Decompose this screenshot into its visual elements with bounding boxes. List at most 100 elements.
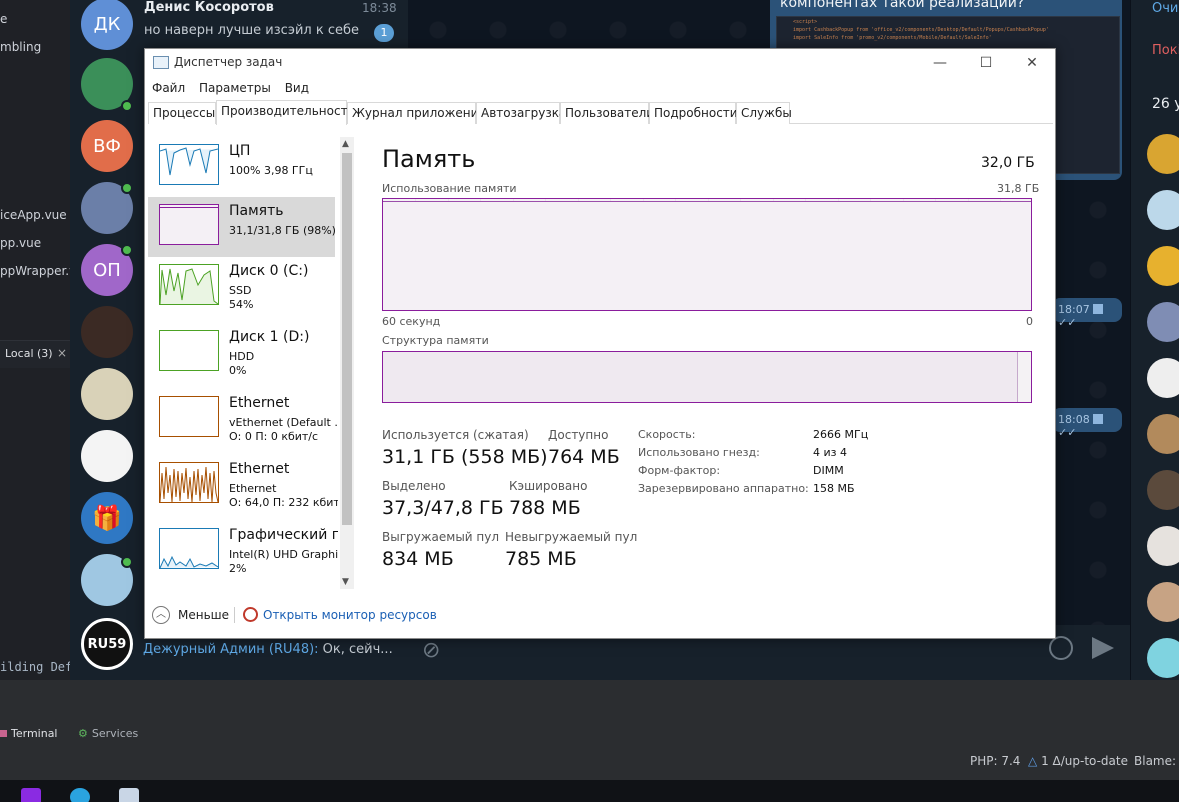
close-button[interactable]: ✕	[1009, 49, 1055, 77]
available-value: 764 МБ	[548, 446, 620, 468]
avatar[interactable]	[81, 306, 133, 358]
chat-item-top[interactable]: Денис Косоротов 18:38 но наверн лучше из…	[70, 0, 408, 50]
clear-link[interactable]: Очи	[1152, 1, 1178, 16]
scroll-down-icon[interactable]: ▼	[342, 577, 349, 587]
phpstorm-icon[interactable]	[21, 788, 41, 802]
graph-max-label: 31,8 ГБ	[997, 182, 1040, 195]
sidebar-item-gpu[interactable]: Графический пр Intel(R) UHD Graphic 2%	[148, 521, 338, 581]
menu-file[interactable]: Файл	[152, 81, 185, 95]
close-icon[interactable]: ×	[57, 346, 67, 360]
paged-pool-label: Выгружаемый пул	[382, 530, 500, 544]
graph-zero-label: 0	[1026, 315, 1033, 328]
avatar[interactable]: RU59	[81, 618, 133, 670]
task-manager-icon[interactable]	[119, 788, 139, 802]
terminal-icon	[0, 730, 7, 737]
graph-time-label: 60 секунд	[382, 315, 441, 328]
member-avatar[interactable]	[1147, 582, 1179, 622]
php-version[interactable]: PHP: 7.4	[970, 754, 1020, 768]
avatar[interactable]	[81, 368, 133, 420]
code-line: import CashbackPopup from 'office_v2/com…	[793, 27, 1049, 33]
ide-file-item[interactable]: pp.vue	[0, 236, 41, 250]
fewer-details-button[interactable]: Меньше	[178, 608, 229, 622]
title-bar[interactable]: Диспетчер задач — ☐ ✕	[145, 49, 1055, 77]
message-stamp: 18:08 ✓✓	[1052, 408, 1122, 439]
message-time: 18:08	[1058, 413, 1090, 426]
member-avatar[interactable]	[1147, 526, 1179, 566]
action-link[interactable]: Покі	[1152, 43, 1179, 58]
scroll-up-icon[interactable]: ▲	[342, 139, 349, 149]
gift-icon[interactable]: 🎁	[81, 492, 133, 544]
menu-view[interactable]: Вид	[285, 81, 309, 95]
memory-usage-fill	[383, 201, 1031, 310]
member-avatar[interactable]	[1147, 246, 1179, 286]
gear-icon: ⚙	[78, 727, 88, 740]
tab-startup[interactable]: Автозагрузка	[476, 102, 566, 124]
sidebar-item-detail: vEthernet (Default ...	[229, 416, 338, 429]
ide-file-item[interactable]: iceApp.vue	[0, 208, 67, 222]
online-indicator	[121, 244, 133, 256]
sidebar-item-title: Ethernet	[229, 461, 290, 477]
performance-sidebar: ЦП 100% 3,98 ГГц Память 31,1/31,8 ГБ (98…	[148, 137, 338, 589]
windows-icon	[1093, 304, 1104, 314]
member-avatar[interactable]	[1147, 638, 1179, 678]
window-title: Диспетчер задач	[174, 55, 283, 69]
ide-file-item[interactable]: mbling	[0, 40, 41, 54]
member-avatar[interactable]	[1147, 470, 1179, 510]
blame-status[interactable]: Blame: Y	[1134, 754, 1179, 768]
form-factor-label: Форм-фактор:	[638, 464, 721, 477]
tool-window-services[interactable]: ⚙ Services	[78, 727, 138, 740]
tab-app-history[interactable]: Журнал приложений	[347, 102, 486, 124]
tool-window-terminal[interactable]: Terminal	[0, 727, 58, 740]
code-line: <script>	[793, 19, 818, 25]
member-avatar[interactable]	[1147, 414, 1179, 454]
cached-value: 788 МБ	[509, 497, 581, 519]
sidebar-item-ethernet-2[interactable]: Ethernet Ethernet О: 64,0 П: 232 кбит/	[148, 455, 338, 515]
memory-thumbnail-line	[160, 207, 218, 208]
avatar[interactable]: ВФ	[81, 120, 133, 172]
tab-users[interactable]: Пользователи	[560, 102, 654, 124]
sidebar-item-disk0[interactable]: Диск 0 (C:) SSD 54%	[148, 257, 335, 317]
sidebar-item-memory[interactable]: Память 31,1/31,8 ГБ (98%)	[148, 197, 336, 257]
chevron-up-icon[interactable]: ︿	[152, 606, 170, 624]
member-avatar[interactable]	[1147, 302, 1179, 342]
speed-value: 2666 МГц	[813, 428, 869, 441]
open-resource-monitor-link[interactable]: Открыть монитор ресурсов	[263, 608, 437, 622]
member-avatar[interactable]	[1147, 134, 1179, 174]
in-use-label: Используется (сжатая)	[382, 428, 529, 442]
double-check-icon: ✓✓	[1058, 316, 1077, 329]
sidebar-scrollbar[interactable]: ▲ ▼	[340, 137, 354, 589]
tab-services[interactable]: Службы	[736, 102, 792, 124]
taskbar	[0, 780, 1179, 802]
tab-bar: Процессы Производительность Журнал прило…	[148, 100, 1053, 125]
sidebar-item-ethernet-1[interactable]: Ethernet vEthernet (Default ... О: 0 П: …	[148, 389, 338, 449]
terminal-tab[interactable]: Local (3) ×	[0, 340, 70, 368]
member-avatar[interactable]	[1147, 358, 1179, 398]
online-indicator	[121, 556, 133, 568]
send-icon[interactable]	[1092, 637, 1114, 659]
scrollbar-thumb[interactable]	[342, 153, 352, 525]
member-avatar[interactable]	[1147, 190, 1179, 230]
vcs-icon: △	[1028, 754, 1038, 768]
menu-options[interactable]: Параметры	[199, 81, 271, 95]
attach-icon[interactable]: ⊘	[422, 638, 440, 663]
terminal-output: ilding Defa	[0, 660, 79, 674]
disk0-thumbnail	[159, 264, 219, 305]
speed-label: Скорость:	[638, 428, 696, 441]
sidebar-item-disk1[interactable]: Диск 1 (D:) HDD 0%	[148, 323, 335, 383]
sidebar-item-cpu[interactable]: ЦП 100% 3,98 ГГц	[148, 137, 335, 197]
vcs-status[interactable]: △ 1 Δ/up-to-date	[1028, 754, 1128, 768]
telegram-icon[interactable]	[70, 788, 90, 802]
chat-item-bottom[interactable]: Дежурный Админ (RU48): Ок, сейч...	[143, 642, 393, 657]
avatar[interactable]	[81, 430, 133, 482]
tab-processes[interactable]: Процессы	[148, 102, 216, 124]
tool-label: Terminal	[11, 727, 58, 740]
emoji-icon[interactable]	[1049, 636, 1073, 660]
maximize-button[interactable]: ☐	[963, 49, 1009, 77]
ide-file-item[interactable]: e	[0, 12, 7, 26]
committed-label: Выделено	[382, 479, 446, 493]
tab-details[interactable]: Подробности	[649, 102, 738, 124]
tab-performance[interactable]: Производительность	[216, 100, 355, 125]
structure-label: Структура памяти	[382, 334, 489, 347]
minimize-button[interactable]: —	[917, 49, 963, 77]
page-title: Память	[382, 145, 476, 173]
